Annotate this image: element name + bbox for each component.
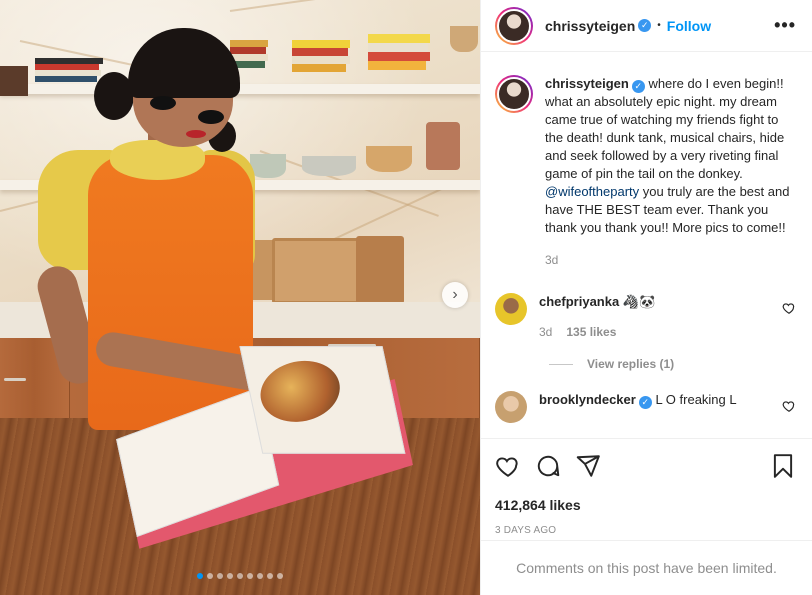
caption-avatar[interactable] bbox=[495, 75, 533, 113]
post-actions: 412,864 likes 3 DAYS AGO bbox=[481, 438, 812, 536]
carousel-dot bbox=[247, 573, 253, 579]
books-left bbox=[0, 66, 30, 96]
cutting-board-3 bbox=[356, 236, 404, 304]
carousel-dot bbox=[207, 573, 213, 579]
carousel-dot bbox=[217, 573, 223, 579]
next-slide-button[interactable]: › bbox=[442, 282, 468, 308]
verified-icon: ✓ bbox=[638, 19, 652, 32]
separator-dot: • bbox=[657, 20, 661, 31]
carousel-dot bbox=[197, 573, 203, 579]
ceramic-stack bbox=[426, 122, 460, 170]
action-bar bbox=[495, 453, 796, 479]
post-photo[interactable]: › bbox=[0, 0, 480, 595]
carousel-dot bbox=[257, 573, 263, 579]
caption-time[interactable]: 3d bbox=[545, 251, 558, 269]
save-icon[interactable] bbox=[770, 453, 796, 479]
cutting-board-2 bbox=[272, 238, 362, 304]
comment-text: L O freaking L bbox=[651, 392, 737, 407]
carousel-dot bbox=[267, 573, 273, 579]
comment-item: chefpriyanka 🦓🐼 3d 135 likes bbox=[495, 293, 796, 341]
caption-text: where do I even begin!! what an absolute… bbox=[545, 76, 785, 181]
author-username[interactable]: chrissyteigen bbox=[545, 18, 635, 34]
comment-likes[interactable]: 135 likes bbox=[566, 323, 616, 341]
comment-username[interactable]: chefpriyanka bbox=[539, 294, 619, 309]
share-icon[interactable] bbox=[575, 453, 601, 479]
view-replies-button[interactable]: View replies (1) bbox=[549, 357, 796, 371]
comments-section[interactable]: chrissyteigen ✓ where do I even begin!! w… bbox=[481, 53, 812, 437]
like-count[interactable]: 412,864 likes bbox=[495, 497, 796, 513]
caption: chrissyteigen ✓ where do I even begin!! w… bbox=[495, 75, 796, 269]
comment-text: 🦓🐼 bbox=[619, 294, 656, 309]
carousel-indicator bbox=[0, 573, 480, 579]
view-replies-label: View replies (1) bbox=[587, 357, 675, 371]
comment-time[interactable]: 3d bbox=[539, 323, 552, 341]
books-stack bbox=[35, 58, 105, 86]
post-header: chrissyteigen ✓ • Follow ••• bbox=[481, 0, 812, 52]
comments-limited-notice: Comments on this post have been limited. bbox=[481, 540, 812, 595]
plates bbox=[302, 156, 356, 176]
chevron-right-icon: › bbox=[452, 286, 458, 303]
carousel-dot bbox=[227, 573, 233, 579]
post-timestamp[interactable]: 3 DAYS AGO bbox=[495, 525, 796, 536]
jar bbox=[450, 26, 478, 52]
comment-avatar[interactable] bbox=[495, 293, 527, 325]
verified-icon: ✓ bbox=[638, 395, 652, 409]
books-stack-3 bbox=[368, 34, 432, 70]
verified-icon: ✓ bbox=[631, 79, 645, 93]
follow-button[interactable]: Follow bbox=[667, 18, 711, 34]
carousel-dot bbox=[277, 573, 283, 579]
cabinet-handle bbox=[4, 378, 26, 381]
more-options-icon[interactable]: ••• bbox=[774, 15, 796, 36]
comment-username[interactable]: brooklyndecker bbox=[539, 392, 636, 407]
avatar[interactable] bbox=[495, 6, 533, 45]
books-stack-2 bbox=[292, 40, 352, 74]
like-icon[interactable] bbox=[495, 453, 521, 479]
caption-mention[interactable]: @wifeoftheparty bbox=[545, 184, 639, 199]
post-sidebar: chrissyteigen ✓ • Follow ••• chrissyteig… bbox=[480, 0, 812, 595]
wood-bowl bbox=[366, 146, 412, 172]
carousel-dot bbox=[237, 573, 243, 579]
heart-icon[interactable] bbox=[782, 301, 796, 315]
replies-divider bbox=[549, 363, 573, 365]
comment-item: brooklyndecker ✓ L O freaking L bbox=[495, 391, 796, 423]
caption-username[interactable]: chrissyteigen bbox=[545, 76, 629, 91]
comment-icon[interactable] bbox=[535, 453, 561, 479]
heart-icon[interactable] bbox=[782, 399, 796, 413]
bowl-stack bbox=[250, 154, 286, 178]
comment-avatar[interactable] bbox=[495, 391, 527, 423]
